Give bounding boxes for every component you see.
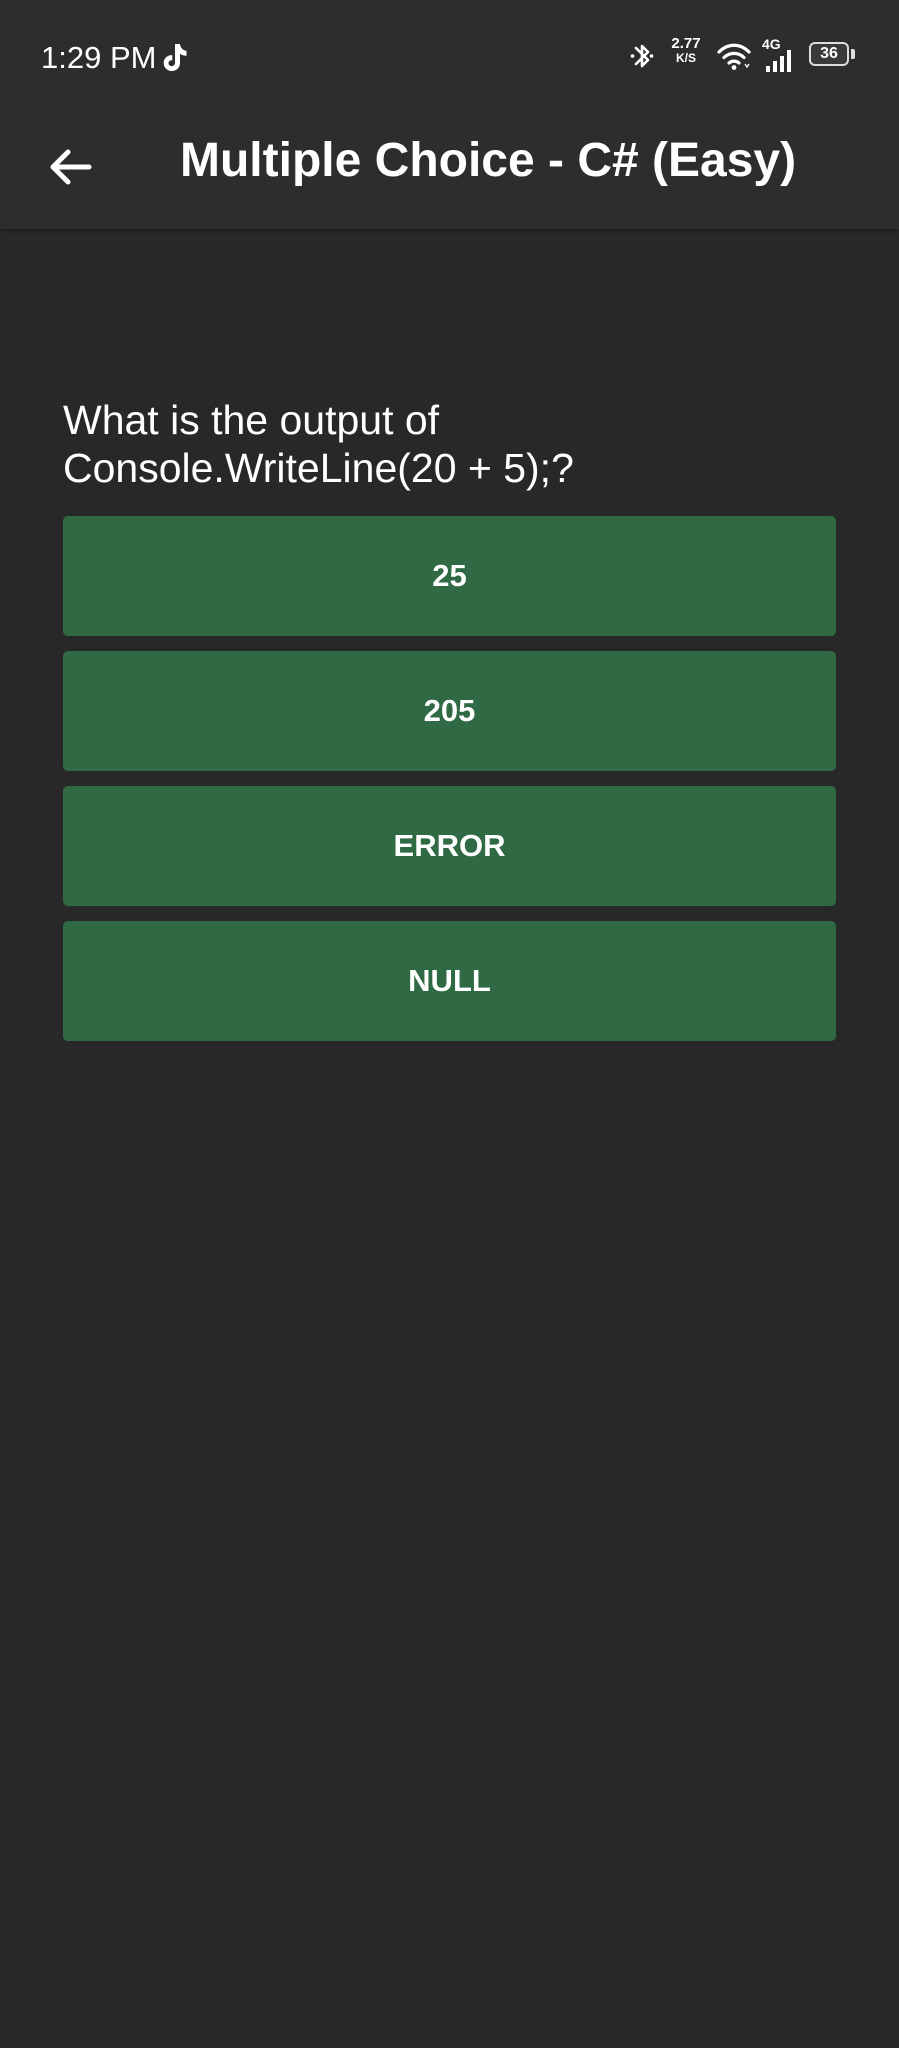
back-button[interactable] bbox=[30, 131, 110, 203]
page-title: Multiple Choice - C# (Easy) bbox=[180, 134, 797, 187]
network-speed-value: 2.77 bbox=[671, 35, 701, 52]
tiktok-icon bbox=[163, 44, 187, 71]
answer-list: 25 205 ERROR NULL bbox=[63, 516, 836, 1056]
signal-icon: 4G bbox=[762, 36, 804, 72]
wifi-icon bbox=[717, 43, 751, 70]
battery-icon: 36 bbox=[809, 42, 855, 66]
bluetooth-icon bbox=[630, 44, 654, 68]
app-bar: Multiple Choice - C# (Easy) bbox=[0, 105, 899, 229]
answer-button-2[interactable]: 205 bbox=[63, 651, 836, 771]
status-bar: 1:29 PM 2.77 K/S 4G 36 bbox=[0, 0, 899, 105]
answer-button-3[interactable]: ERROR bbox=[63, 786, 836, 906]
status-time: 1:29 PM bbox=[41, 40, 157, 75]
battery-level: 36 bbox=[820, 45, 838, 62]
network-speed-unit: K/S bbox=[675, 51, 696, 65]
answer-button-4[interactable]: NULL bbox=[63, 921, 836, 1041]
question-text: What is the output of Console.WriteLine(… bbox=[63, 397, 574, 491]
arrow-left-icon bbox=[50, 149, 92, 185]
answer-button-1[interactable]: 25 bbox=[63, 516, 836, 636]
network-speed: 2.77 K/S bbox=[666, 36, 706, 66]
